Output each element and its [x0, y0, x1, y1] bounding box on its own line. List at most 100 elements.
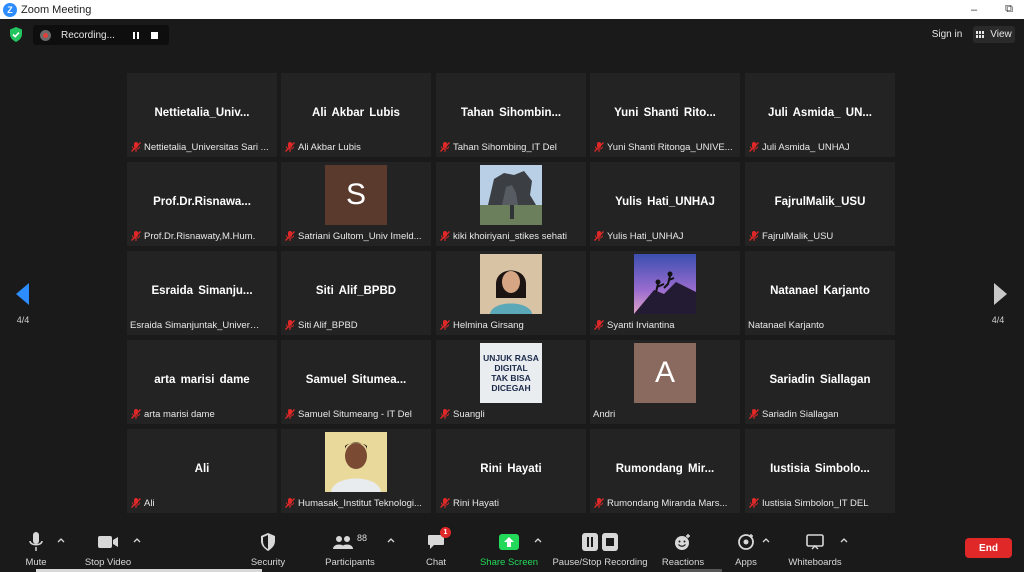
participant-display-name: Nettietalia_Univ... — [154, 107, 250, 119]
participant-tile[interactable]: A Andri — [590, 340, 740, 424]
participant-name-label: Juli Asmida_ UNHAJ — [745, 139, 853, 155]
participant-name-label: Prof.Dr.Risnawaty,M.Hum. — [127, 228, 258, 244]
participant-tile[interactable]: UNJUK RASA DIGITAL TAK BISA DICEGAH Suangli — [436, 340, 586, 424]
participant-tile[interactable]: Siti Alif_BPBD Siti Alif_BPBD — [281, 251, 431, 335]
participant-name-text: kiki khoiriyani_stikes sehati — [453, 230, 568, 242]
chat-button[interactable]: 1 Chat — [420, 524, 452, 572]
sign-in-button[interactable]: Sign in — [928, 26, 966, 43]
participant-avatar: S — [325, 165, 387, 225]
participant-tile[interactable]: Juli Asmida_ UN... Juli Asmida_ UNHAJ — [745, 73, 895, 157]
participant-tile[interactable]: Tahan Sihombin... Tahan Sihombing_IT Del — [436, 73, 586, 157]
participant-name-label: Rumondang Miranda Mars... — [590, 495, 730, 511]
share-screen-label: Share Screen — [479, 557, 539, 568]
participant-tile[interactable]: Yuni Shanti Rito... Yuni Shanti Ritonga_U… — [590, 73, 740, 157]
muted-microphone-icon — [130, 408, 144, 420]
participant-name-text: Satriani Gultom_Univ Imeld... — [298, 230, 422, 242]
participant-tile[interactable]: Samuel Situmea... Samuel Situmeang - IT D… — [281, 340, 431, 424]
participant-name-label: Ali — [127, 495, 158, 511]
participant-tile[interactable]: Rini Hayati Rini Hayati — [436, 429, 586, 513]
participant-display-name: Natanael Karjanto — [770, 285, 870, 297]
next-page-arrow-icon[interactable] — [990, 282, 1010, 306]
participant-tile[interactable]: FajrulMalik_USU FajrulMalik_USU — [745, 162, 895, 246]
meeting-toolbar: Mute Stop Video Security 88 Participants — [0, 524, 1024, 572]
participant-tile[interactable]: Ali Akbar Lubis Ali Akbar Lubis — [281, 73, 431, 157]
participant-display-name: Yuni Shanti Rito... — [614, 107, 716, 119]
participant-display-name: Iustisia Simbolo... — [770, 463, 870, 475]
participant-name-label: Satriani Gultom_Univ Imeld... — [281, 228, 425, 244]
whiteboard-icon — [806, 530, 824, 554]
participant-tile[interactable]: Helmina Girsang — [436, 251, 586, 335]
previous-page-arrow-icon[interactable] — [13, 282, 33, 306]
muted-microphone-icon — [439, 497, 453, 509]
apps-options-caret-icon[interactable] — [762, 537, 770, 543]
muted-microphone-icon — [130, 141, 144, 153]
muted-microphone-icon — [593, 497, 607, 509]
mute-options-caret-icon[interactable] — [57, 537, 65, 543]
mute-button[interactable]: Mute — [14, 524, 58, 572]
stop-recording-icon[interactable] — [151, 31, 158, 39]
reactions-label: Reactions — [661, 557, 705, 568]
whiteboards-options-caret-icon[interactable] — [840, 537, 848, 543]
end-meeting-button[interactable]: End — [965, 538, 1012, 558]
participant-name-label: Natanael Karjanto — [745, 317, 827, 333]
participant-name-label: Ali Akbar Lubis — [281, 139, 364, 155]
security-label: Security — [250, 557, 286, 568]
page-indicator-left: 4/4 — [16, 315, 30, 325]
view-button[interactable]: View — [973, 26, 1015, 43]
muted-microphone-icon — [748, 497, 762, 509]
security-button[interactable]: Security — [246, 524, 290, 572]
participant-display-name: Rini Hayati — [480, 463, 542, 475]
participant-name-label: Andri — [590, 406, 618, 422]
participant-tile[interactable]: Yulis Hati_UNHAJ Yulis Hati_UNHAJ — [590, 162, 740, 246]
share-options-caret-icon[interactable] — [534, 537, 542, 543]
participant-tile[interactable]: Esraida Simanju... Esraida Simanjuntak_Un… — [127, 251, 277, 335]
reactions-button[interactable]: Reactions — [660, 524, 706, 572]
view-label: View — [990, 29, 1012, 40]
participant-name-text: Juli Asmida_ UNHAJ — [762, 141, 850, 153]
whiteboards-label: Whiteboards — [788, 557, 842, 568]
restore-icon[interactable]: ⧉ — [994, 0, 1024, 19]
participant-name-text: Samuel Situmeang - IT Del — [298, 408, 412, 420]
participant-tile[interactable]: Ali Ali — [127, 429, 277, 513]
video-options-caret-icon[interactable] — [133, 537, 141, 543]
mute-label: Mute — [25, 557, 47, 568]
window-title: Zoom Meeting — [21, 3, 92, 16]
participant-tile[interactable]: arta marisi dame arta marisi dame — [127, 340, 277, 424]
participant-tile[interactable]: Nettietalia_Univ... Nettietalia_Universit… — [127, 73, 277, 157]
poster-text-line: UNJUK RASA — [483, 353, 539, 363]
participants-count: 88 — [356, 533, 367, 543]
participant-tile[interactable]: Rumondang Mir... Rumondang Miranda Mars..… — [590, 429, 740, 513]
participant-tile[interactable]: S Satriani Gultom_Univ Imeld... — [281, 162, 431, 246]
participants-button[interactable]: 88 Participants — [322, 524, 378, 572]
stop-video-button[interactable]: Stop Video — [80, 524, 136, 572]
share-screen-button[interactable]: Share Screen — [478, 524, 540, 572]
participant-display-name: Yulis Hati_UNHAJ — [615, 196, 715, 208]
participant-tile[interactable]: Prof.Dr.Risnawa... Prof.Dr.Risnawaty,M.Hu… — [127, 162, 277, 246]
pause-recording-icon[interactable] — [129, 29, 143, 41]
chat-label: Chat — [425, 557, 447, 568]
participant-name-label: Samuel Situmeang - IT Del — [281, 406, 415, 422]
participant-name-label: Rini Hayati — [436, 495, 502, 511]
participants-options-caret-icon[interactable] — [387, 537, 395, 543]
encryption-shield-icon[interactable] — [9, 27, 23, 42]
participant-display-name: arta marisi dame — [154, 374, 250, 386]
participant-name-text: Suangli — [453, 408, 485, 420]
participant-display-name: Ali Akbar Lubis — [312, 107, 400, 119]
muted-microphone-icon — [284, 319, 298, 331]
participant-tile[interactable]: Sariadin Siallagan Sariadin Siallagan — [745, 340, 895, 424]
participant-name-label: Nettietalia_Universitas Sari ... — [127, 139, 272, 155]
apps-button[interactable]: Apps — [732, 524, 760, 572]
participant-tile[interactable]: Humasak_Institut Teknologi... — [281, 429, 431, 513]
participant-tile[interactable]: Iustisia Simbolo... Iustisia Simbolon_IT … — [745, 429, 895, 513]
participant-tile[interactable]: Natanael Karjanto Natanael Karjanto — [745, 251, 895, 335]
participant-tile[interactable]: Syanti Irviantina — [590, 251, 740, 335]
participant-display-name: Prof.Dr.Risnawa... — [153, 196, 251, 208]
pause-stop-recording-button[interactable]: Pause/Stop Recording — [552, 524, 648, 572]
participants-icon: 88 — [332, 530, 367, 554]
participant-display-name: Rumondang Mir... — [615, 463, 715, 475]
minimize-icon[interactable]: – — [959, 0, 989, 19]
participant-tile[interactable]: kiki khoiriyani_stikes sehati — [436, 162, 586, 246]
muted-microphone-icon — [748, 141, 762, 153]
whiteboards-button[interactable]: Whiteboards — [786, 524, 844, 572]
participant-avatar: A — [634, 343, 696, 403]
